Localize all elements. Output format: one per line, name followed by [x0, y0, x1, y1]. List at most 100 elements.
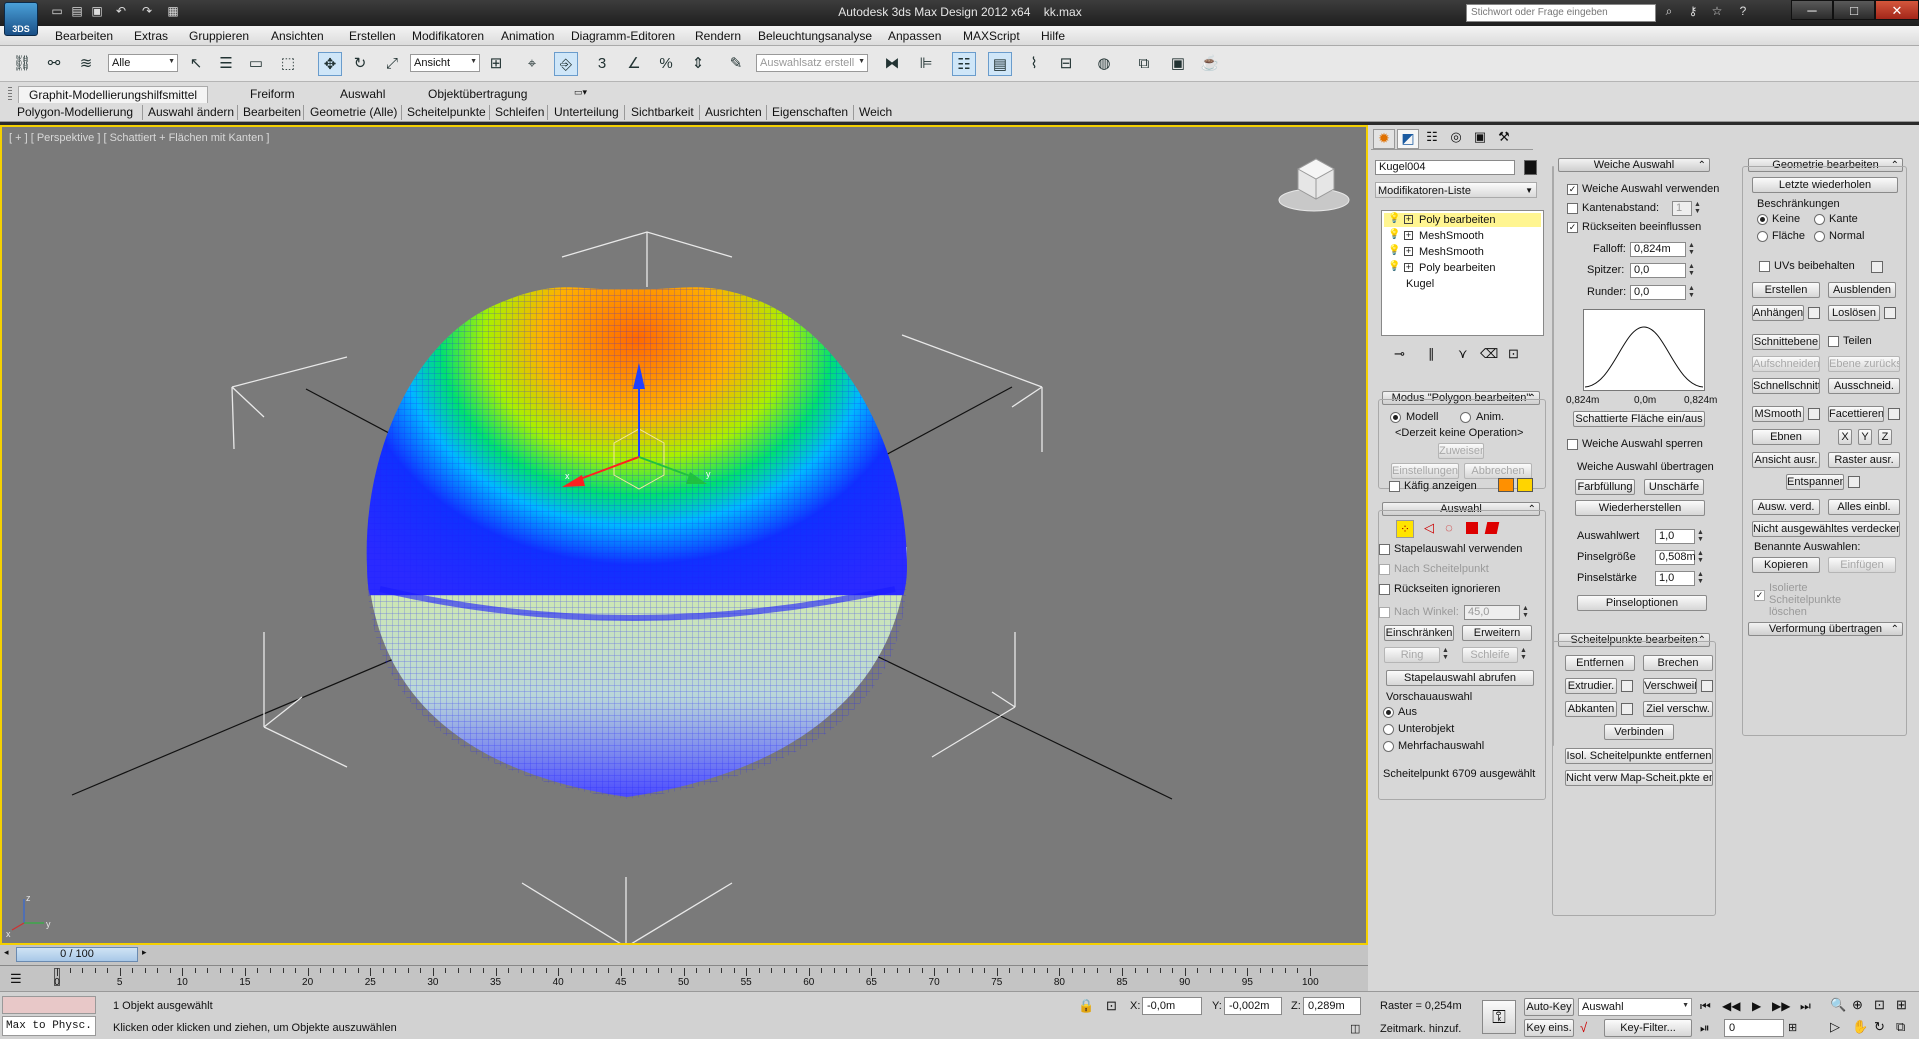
- material-editor-icon[interactable]: ◍: [1092, 52, 1116, 76]
- stack-item[interactable]: 💡 + MeshSmooth: [1384, 245, 1541, 259]
- slider-left-arrow[interactable]: ◂: [4, 947, 14, 961]
- affect-backfacing-checkbox[interactable]: ✓: [1567, 222, 1578, 233]
- relax-settings-icon[interactable]: [1848, 476, 1860, 488]
- brush-size-spinner[interactable]: 0,508m: [1655, 550, 1696, 565]
- zoom-extents-icon[interactable]: ⊡: [1874, 997, 1885, 1013]
- select-move-icon[interactable]: ✥: [318, 52, 342, 76]
- menu-maxscript[interactable]: MAXScript: [963, 29, 1020, 43]
- slice-button[interactable]: Aufschneiden: [1752, 356, 1820, 372]
- brush-size-arrows[interactable]: ▲ ▼: [1697, 550, 1705, 565]
- selection-lock-icon[interactable]: 🔒: [1078, 998, 1094, 1014]
- create-tab-icon[interactable]: ✹: [1373, 129, 1395, 149]
- assign-button[interactable]: Zuweisen: [1438, 443, 1484, 459]
- extrude-button[interactable]: Extrudier.: [1565, 678, 1617, 694]
- menu-anpassen[interactable]: Anpassen: [888, 29, 941, 43]
- delete-isolated-checkbox[interactable]: ✓: [1754, 590, 1765, 601]
- ribbon-grip[interactable]: [8, 87, 12, 101]
- set-key-icon[interactable]: ⚿: [1482, 1000, 1516, 1034]
- menu-ansichten[interactable]: Ansichten: [271, 29, 324, 43]
- reference-coord-dropdown[interactable]: Ansicht: [410, 54, 480, 72]
- repeat-last-button[interactable]: Letzte wiederholen: [1752, 177, 1898, 193]
- break-button[interactable]: Brechen: [1643, 655, 1713, 671]
- fov-icon[interactable]: ▷: [1830, 1019, 1840, 1035]
- zoom-all-icon[interactable]: ⊕: [1852, 997, 1863, 1013]
- help-icon[interactable]: ?: [1734, 4, 1752, 22]
- project-folder-icon[interactable]: ▦: [164, 4, 182, 22]
- select-manipulate-icon[interactable]: ⌖: [520, 52, 544, 76]
- detach-button[interactable]: Loslösen: [1828, 305, 1880, 321]
- tessellate-button[interactable]: Facettieren: [1828, 406, 1884, 422]
- panel-polygon-modellierung[interactable]: Polygon-Modellierung: [17, 105, 133, 119]
- constraint-none-radio[interactable]: [1757, 214, 1768, 225]
- x-coordinate-field[interactable]: -0,0m: [1142, 997, 1202, 1015]
- shrink-button[interactable]: Einschränken: [1384, 625, 1454, 641]
- cancel-button[interactable]: Abbrechen: [1464, 463, 1532, 479]
- save-icon[interactable]: ▣: [88, 4, 106, 22]
- rendered-frame-icon[interactable]: ▣: [1166, 52, 1190, 76]
- subscription-icon[interactable]: ⚷: [1684, 4, 1702, 22]
- make-unique-icon[interactable]: ⋎: [1458, 346, 1468, 362]
- copy-button[interactable]: Kopieren: [1752, 557, 1820, 573]
- loop-button[interactable]: Schleife: [1462, 647, 1518, 663]
- grow-button[interactable]: Erweitern: [1462, 625, 1532, 641]
- menu-diagramm-editoren[interactable]: Diagramm-Editoren: [571, 29, 675, 43]
- hierarchy-tab-icon[interactable]: ☷: [1421, 129, 1443, 149]
- hide-unselected-button[interactable]: Nicht ausgewähltes verdecken: [1752, 521, 1900, 537]
- open-file-icon[interactable]: ▤: [68, 4, 86, 22]
- z-coordinate-field[interactable]: 0,289m: [1303, 997, 1361, 1015]
- panel-schleifen[interactable]: Schleifen: [495, 105, 544, 119]
- tab-freiform[interactable]: Freiform: [240, 86, 305, 102]
- utilities-tab-icon[interactable]: ⚒: [1493, 129, 1515, 149]
- selection-value-spinner[interactable]: 1,0: [1655, 529, 1695, 544]
- menu-modifikatoren[interactable]: Modifikatoren: [412, 29, 484, 43]
- detach-settings-icon[interactable]: [1884, 307, 1896, 319]
- graphite-toggle-icon[interactable]: ▤: [988, 52, 1012, 76]
- pivot-center-icon[interactable]: ⊞: [484, 52, 508, 76]
- show-end-result-icon[interactable]: ∥: [1428, 346, 1435, 362]
- viewcube[interactable]: [1278, 158, 1350, 212]
- msmooth-button[interactable]: MSmooth: [1752, 406, 1804, 422]
- grid-align-button[interactable]: Raster ausr.: [1828, 452, 1900, 468]
- lock-soft-selection-checkbox[interactable]: [1567, 439, 1578, 450]
- binoculars-icon[interactable]: ⌕: [1660, 4, 1678, 22]
- key-mode-dropdown[interactable]: Auswahl: [1578, 998, 1692, 1016]
- rect-selection-icon[interactable]: ▭: [244, 52, 268, 76]
- extrude-settings-icon[interactable]: [1621, 680, 1633, 692]
- edge-distance-arrows[interactable]: ▲ ▼: [1694, 201, 1702, 216]
- rollout-soft-selection[interactable]: Weiche Auswahl: [1558, 158, 1710, 172]
- spinner-snap-icon[interactable]: ⇕: [686, 52, 710, 76]
- tab-objektuebertragung[interactable]: Objektübertragung: [418, 86, 537, 102]
- bubble-spinner[interactable]: 0,0: [1630, 285, 1686, 300]
- angle-spinner[interactable]: 45,0: [1464, 605, 1520, 620]
- planar-z-button[interactable]: Z: [1878, 429, 1892, 445]
- select-object-icon[interactable]: ↖: [184, 52, 208, 76]
- select-scale-icon[interactable]: ⤢: [380, 52, 404, 76]
- menu-rendern[interactable]: Rendern: [695, 29, 741, 43]
- unhide-all-button[interactable]: Alles einbl.: [1828, 499, 1900, 515]
- bind-spacewarp-icon[interactable]: ≋: [74, 52, 98, 76]
- maxscript-mini-listener[interactable]: Max to Physc.: [2, 1016, 96, 1036]
- app-logo-button[interactable]: 3DS: [4, 2, 38, 36]
- msmooth-settings-icon[interactable]: [1808, 408, 1820, 420]
- rollout-paint-deformation[interactable]: Verformung übertragen: [1748, 622, 1903, 636]
- menu-gruppieren[interactable]: Gruppieren: [189, 29, 249, 43]
- falloff-arrows[interactable]: ▲ ▼: [1688, 242, 1696, 257]
- bubble-arrows[interactable]: ▲ ▼: [1688, 285, 1696, 300]
- keyboard-shortcut-icon[interactable]: ⎆: [554, 52, 578, 76]
- by-angle-checkbox[interactable]: [1379, 607, 1390, 618]
- track-bar[interactable]: ☰ 0 5 10 15 20 25 30 35 40 45 50 55 60 65 70 75 80 85 90 95…: [0, 965, 1368, 991]
- panel-scheitelpunkte[interactable]: Scheitelpunkte: [407, 105, 486, 119]
- add-time-tag[interactable]: Zeitmark. hinzuf.: [1380, 1023, 1461, 1035]
- remove-unused-map-verts-button[interactable]: Nicht verw Map-Scheit.pkte entf: [1565, 770, 1713, 786]
- configure-sets-icon[interactable]: ⊡: [1508, 346, 1519, 362]
- paste-button[interactable]: Einfügen: [1828, 557, 1896, 573]
- ring-spinner[interactable]: ▲ ▼: [1442, 647, 1450, 662]
- key-mode-toggle-icon[interactable]: ⏯: [1700, 1021, 1710, 1036]
- render-setup-icon[interactable]: ⧉: [1132, 52, 1156, 76]
- key-filters-button[interactable]: Key-Filter...: [1604, 1019, 1692, 1037]
- preview-multi-radio[interactable]: [1383, 741, 1394, 752]
- set-key-button[interactable]: Key eins.: [1524, 1019, 1574, 1037]
- attach-button[interactable]: Anhängen: [1752, 305, 1804, 321]
- panel-sichtbarkeit[interactable]: Sichtbarkeit: [631, 105, 694, 119]
- anim-radio[interactable]: [1460, 412, 1471, 423]
